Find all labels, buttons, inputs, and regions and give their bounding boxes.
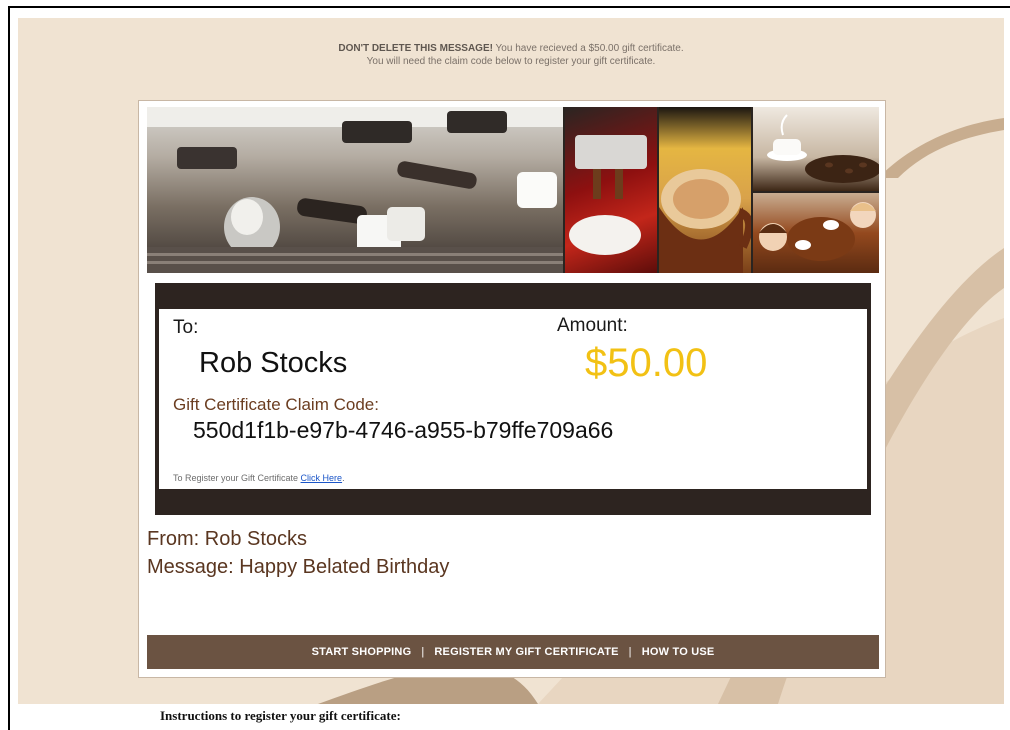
notice: DON'T DELETE THIS MESSAGE! You have reci… [18, 42, 1004, 68]
register-line: To Register your Gift Certificate Click … [173, 473, 345, 483]
children-coffee-photo [753, 193, 879, 273]
from-line: From: Rob Stocks [147, 528, 308, 550]
latte-cup-illustration [659, 169, 751, 273]
coffee-beans-illustration [767, 114, 879, 183]
nav-separator: | [628, 646, 632, 658]
to-label: To: [173, 317, 199, 338]
espresso-machine-photo [147, 107, 563, 273]
latte-cup-photo [659, 107, 751, 273]
recipient-name: Rob Stocks [199, 347, 348, 379]
coffee-banner [147, 107, 879, 273]
footer-nav-bar: START SHOPPING | REGISTER MY GIFT CERTIF… [147, 635, 879, 669]
certificate-box: To: Rob Stocks Amount: $50.00 Gift Certi… [155, 283, 871, 515]
red-espresso-illustration [569, 135, 647, 255]
children-coffee-illustration [759, 202, 876, 261]
notice-line2: You will need the claim code below to re… [366, 56, 656, 67]
coffee-beans-cup-photo [753, 107, 879, 191]
claim-code: 550d1f1b-e97b-4746-a955-b79ffe709a66 [193, 417, 614, 443]
register-end: . [342, 473, 345, 483]
instructions-heading: Instructions to register your gift certi… [160, 708, 401, 723]
register-text: To Register your Gift Certificate [173, 473, 301, 483]
amount-label: Amount: [557, 315, 628, 336]
start-shopping-link[interactable]: START SHOPPING [312, 646, 412, 658]
gift-certificate-card: To: Rob Stocks Amount: $50.00 Gift Certi… [138, 100, 886, 678]
message-line: Message: Happy Belated Birthday [147, 556, 450, 578]
amount-value: $50.00 [585, 341, 708, 385]
register-gift-certificate-link[interactable]: REGISTER MY GIFT CERTIFICATE [434, 646, 618, 658]
notice-bold: DON'T DELETE THIS MESSAGE! [338, 43, 493, 54]
certificate-content: To: Rob Stocks Amount: $50.00 Gift Certi… [159, 309, 867, 489]
red-espresso-photo [565, 107, 657, 273]
notice-text: You have recieved a $50.00 gift certific… [492, 43, 684, 54]
claim-code-label: Gift Certificate Claim Code: [173, 395, 379, 414]
click-here-link[interactable]: Click Here [301, 473, 343, 483]
nav-separator: | [421, 646, 425, 658]
how-to-use-link[interactable]: HOW TO USE [642, 646, 715, 658]
email-background: DON'T DELETE THIS MESSAGE! You have reci… [18, 18, 1004, 704]
espresso-machine-illustration [147, 107, 563, 273]
